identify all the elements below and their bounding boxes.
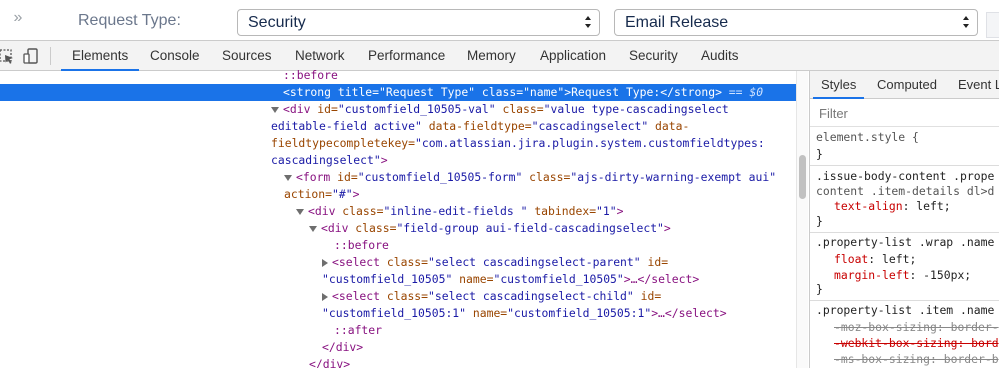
styles-filter-input[interactable]: Filter bbox=[810, 100, 999, 127]
collapse-triangle-icon[interactable] bbox=[296, 208, 304, 215]
tab-application[interactable]: Application bbox=[540, 41, 606, 70]
dom-node-before-2[interactable]: ::before bbox=[0, 237, 796, 254]
collapse-triangle-icon[interactable] bbox=[284, 174, 292, 181]
css-declaration[interactable]: text-align: left; bbox=[834, 198, 951, 215]
expand-triangle-icon[interactable] bbox=[322, 292, 328, 301]
styles-pane: Styles Computed Event L Filter element.s… bbox=[809, 71, 999, 368]
request-type-select[interactable]: Security bbox=[237, 9, 600, 36]
device-toolbar-icon[interactable] bbox=[22, 46, 42, 66]
dom-node-div-val-cont2[interactable]: fieldtypecompletekey="com.atlassian.jira… bbox=[0, 135, 796, 152]
dom-node-before[interactable]: ::before bbox=[0, 67, 796, 84]
expand-sidebar-icon[interactable]: » bbox=[8, 8, 28, 28]
css-declaration-overridden[interactable]: -moz-box-sizing: border- bbox=[834, 319, 999, 336]
request-subtype-select-value: Email Release bbox=[625, 14, 729, 31]
dom-node-inline-edit-fields[interactable]: <div class="inline-edit-fields " tabinde… bbox=[0, 203, 796, 220]
tab-sources[interactable]: Sources bbox=[222, 41, 272, 70]
tab-audits[interactable]: Audits bbox=[701, 41, 739, 70]
dom-node-strong-selected[interactable]: <strong title="Request Type" class="name… bbox=[0, 84, 796, 101]
select-arrows-icon bbox=[963, 16, 969, 28]
dom-node-select-child-cont[interactable]: "customfield_10505:1" name="customfield_… bbox=[0, 305, 796, 322]
expand-triangle-icon[interactable] bbox=[322, 258, 328, 267]
collapse-triangle-icon[interactable] bbox=[309, 225, 317, 232]
rule-close: } bbox=[816, 282, 823, 296]
rule-element-style[interactable]: element.style { bbox=[816, 129, 919, 146]
dom-node-div-val[interactable]: <div id="customfield_10505-val" class="v… bbox=[0, 101, 796, 118]
request-type-label: Request Type: bbox=[78, 12, 181, 29]
elements-scrollbar-thumb[interactable] bbox=[799, 155, 806, 199]
rule-selector[interactable]: .property-list .item .name bbox=[816, 302, 994, 319]
dom-node-select-child[interactable]: <select class="select cascadingselect-ch… bbox=[0, 288, 796, 305]
page-edge-control bbox=[986, 12, 999, 38]
dom-node-div-val-cont1[interactable]: editable-field active" data-fieldtype="c… bbox=[0, 118, 796, 135]
tab-memory[interactable]: Memory bbox=[467, 41, 516, 70]
tab-elements[interactable]: Elements bbox=[60, 41, 140, 71]
css-declaration-overridden[interactable]: -ms-box-sizing: border-b bbox=[834, 351, 999, 368]
inspect-element-icon[interactable] bbox=[0, 46, 16, 66]
tab-styles[interactable]: Styles bbox=[812, 71, 865, 99]
rule-close: } bbox=[816, 147, 823, 161]
tab-network[interactable]: Network bbox=[295, 41, 345, 70]
collapse-triangle-icon[interactable] bbox=[271, 106, 279, 113]
dom-node-form-cont[interactable]: action="#"> bbox=[0, 186, 796, 203]
tab-console[interactable]: Console bbox=[150, 41, 200, 70]
dom-node-field-group[interactable]: <div class="field-group aui-field-cascad… bbox=[0, 220, 796, 237]
rule-divider bbox=[810, 232, 999, 233]
css-declaration[interactable]: float: left; bbox=[834, 251, 916, 268]
rule-selector[interactable]: .property-list .wrap .name bbox=[816, 234, 994, 251]
dom-node-select-parent[interactable]: <select class="select cascadingselect-pa… bbox=[0, 254, 796, 271]
rule-divider bbox=[810, 300, 999, 301]
elements-scrollbar[interactable] bbox=[796, 71, 808, 368]
request-type-select-value: Security bbox=[248, 14, 306, 31]
styles-tab-bar: Styles Computed Event L bbox=[810, 71, 999, 99]
tab-security[interactable]: Security bbox=[629, 41, 678, 70]
tab-performance[interactable]: Performance bbox=[368, 41, 445, 70]
css-declaration-invalid[interactable]: -webkit-box-sizing: bord bbox=[834, 335, 999, 352]
dom-node-select-parent-cont[interactable]: "customfield_10505" name="customfield_10… bbox=[0, 271, 796, 288]
selected-node-marker: == $0 bbox=[721, 85, 764, 99]
dom-node-form[interactable]: <form id="customfield_10505-form" class=… bbox=[0, 169, 796, 186]
rule-divider bbox=[810, 165, 999, 166]
elements-dom-tree[interactable]: ::before <strong title="Request Type" cl… bbox=[0, 68, 796, 368]
css-declaration[interactable]: margin-left: -150px; bbox=[834, 267, 971, 284]
request-subtype-select[interactable]: Email Release bbox=[614, 9, 978, 36]
select-arrows-icon bbox=[585, 16, 591, 28]
toolbar-divider bbox=[50, 47, 51, 65]
dom-node-div-close[interactable]: </div> bbox=[0, 339, 796, 356]
page-request-type-row: » Request Type: Security Email Release bbox=[0, 0, 999, 40]
dom-node-div-close-2[interactable]: </div> bbox=[0, 356, 796, 368]
rule-close: } bbox=[816, 214, 823, 228]
tab-computed[interactable]: Computed bbox=[877, 71, 937, 98]
dom-node-after[interactable]: ::after bbox=[0, 322, 796, 339]
dom-node-div-val-cont3[interactable]: cascadingselect"> bbox=[0, 152, 796, 169]
tab-event-listeners[interactable]: Event L bbox=[958, 71, 999, 98]
